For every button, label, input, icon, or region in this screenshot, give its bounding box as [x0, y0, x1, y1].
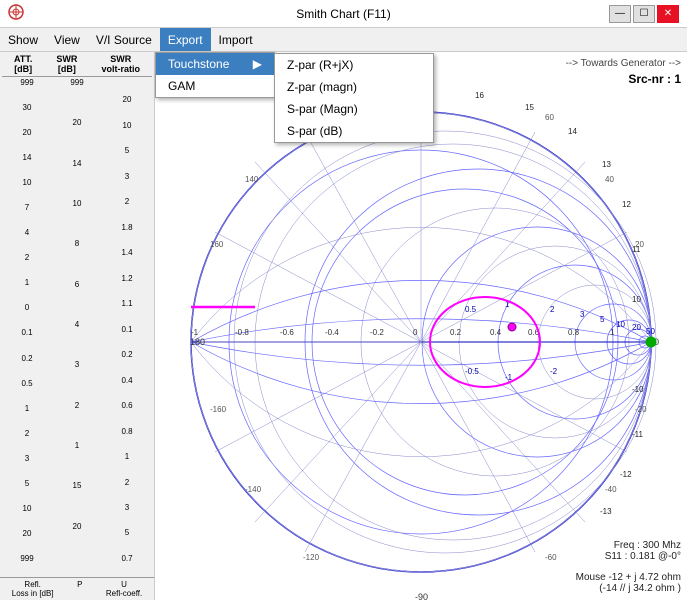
title-bar: Smith Chart (F11) — ☐ ✕	[0, 0, 687, 28]
svg-text:-60: -60	[545, 553, 557, 562]
svg-text:-2: -2	[550, 367, 558, 376]
refl-loss-label: Refl.Loss in [dB]	[12, 580, 54, 598]
svg-text:-10: -10	[632, 385, 644, 394]
svg-text:13: 13	[602, 160, 611, 169]
svg-text:5: 5	[600, 315, 605, 324]
p-label: P	[77, 580, 82, 598]
app-icon	[8, 4, 24, 23]
left-panel: ATT.[dB] SWR[dB] SWRvolt-ratio 999 30 20…	[0, 52, 155, 600]
svg-text:10: 10	[632, 295, 641, 304]
svg-text:16: 16	[475, 91, 484, 100]
svg-text:-120: -120	[303, 553, 320, 562]
src-label: Src-nr : 1	[628, 72, 681, 86]
minimize-button[interactable]: —	[609, 5, 631, 23]
svg-text:-20: -20	[635, 405, 647, 414]
svg-text:0.5: 0.5	[465, 305, 477, 314]
svg-text:2: 2	[550, 305, 555, 314]
svg-text:0: 0	[413, 328, 418, 337]
att-scale: 999 30 20 14 10 7 4 2 1 0 0.1 0.2 0.5 1 …	[2, 79, 52, 563]
menu-import[interactable]: Import	[211, 28, 261, 51]
svg-text:0.8: 0.8	[568, 328, 580, 337]
svg-text:180: 180	[190, 337, 205, 347]
svg-text:-12: -12	[620, 470, 632, 479]
generator-arrow: --> Towards Generator -->	[566, 58, 681, 69]
svg-text:12: 12	[622, 200, 631, 209]
freq-label: Freq : 300 Mhz S11 : 0.181 @-0°	[605, 540, 681, 562]
svg-text:-140: -140	[245, 485, 262, 494]
dropdown-touchstone[interactable]: Touchstone ▶	[156, 53, 274, 75]
svg-text:3: 3	[580, 310, 585, 319]
svg-text:-90: -90	[415, 592, 428, 600]
svg-text:0.4: 0.4	[490, 328, 502, 337]
svg-text:15: 15	[525, 103, 534, 112]
swr-db-scale: 999 20 14 10 8 6 4 3 2 1 15 20	[52, 79, 102, 563]
left-panel-bottom: Refl.Loss in [dB] P URefl-coeff.	[0, 577, 154, 598]
svg-text:-1: -1	[191, 328, 199, 337]
svg-text:20: 20	[632, 323, 641, 332]
menu-export[interactable]: Export	[160, 28, 211, 51]
svg-text:40: 40	[605, 175, 614, 184]
submenu-zpar-rjx[interactable]: Z-par (R+jX)	[275, 54, 433, 76]
scale-area: 999 30 20 14 10 7 4 2 1 0 0.1 0.2 0.5 1 …	[2, 79, 152, 563]
menu-bar: Show View V/I Source Export Import Touch…	[0, 28, 687, 52]
svg-text:-11: -11	[632, 430, 644, 439]
swr-vr-scale: 20 10 5 3 2 1.8 1.4 1.2 1.1 0.1 0.2 0.4 …	[102, 79, 152, 563]
svg-text:-0.5: -0.5	[465, 367, 479, 376]
window-title: Smith Chart (F11)	[0, 7, 687, 21]
svg-text:-0.2: -0.2	[370, 328, 384, 337]
svg-text:0.2: 0.2	[450, 328, 462, 337]
svg-text:-40: -40	[605, 485, 617, 494]
swr-db-header: SWR[dB]	[56, 54, 77, 74]
svg-text:140: 140	[245, 175, 259, 184]
submenu-zpar-magn[interactable]: Z-par (magn)	[275, 76, 433, 98]
dropdown-gam[interactable]: GAM	[156, 75, 274, 97]
swr-vr-header: SWRvolt-ratio	[101, 54, 140, 74]
submenu-spar-db[interactable]: S-par (dB)	[275, 120, 433, 142]
svg-text:-0.6: -0.6	[280, 328, 294, 337]
svg-text:1: 1	[610, 328, 615, 337]
svg-text:-0.8: -0.8	[235, 328, 249, 337]
svg-text:14: 14	[568, 127, 577, 136]
svg-text:160: 160	[210, 240, 224, 249]
svg-text:50: 50	[646, 327, 655, 336]
mouse-info: Mouse -12 + j 4.72 ohm (-14 // j 34.2 oh…	[576, 572, 681, 594]
submenu-spar-magn[interactable]: S-par (Magn)	[275, 98, 433, 120]
svg-text:-13: -13	[600, 507, 612, 516]
att-header: ATT.[dB]	[14, 54, 32, 74]
close-button[interactable]: ✕	[657, 5, 679, 23]
menu-view[interactable]: View	[46, 28, 88, 51]
svg-text:-160: -160	[210, 405, 227, 414]
refl-coeff-label: URefl-coeff.	[106, 580, 142, 598]
left-panel-headers: ATT.[dB] SWR[dB] SWRvolt-ratio	[2, 54, 152, 77]
touchstone-submenu: Z-par (R+jX) Z-par (magn) S-par (Magn) S…	[274, 53, 434, 143]
menu-vi-source[interactable]: V/I Source	[88, 28, 160, 51]
svg-text:-0.4: -0.4	[325, 328, 339, 337]
menu-show[interactable]: Show	[0, 28, 46, 51]
svg-text:60: 60	[545, 113, 554, 122]
maximize-button[interactable]: ☐	[633, 5, 655, 23]
svg-text:10: 10	[616, 320, 625, 329]
export-dropdown: Touchstone ▶ Z-par (R+jX) Z-par (magn) S…	[155, 52, 275, 98]
svg-text:11: 11	[632, 245, 641, 254]
